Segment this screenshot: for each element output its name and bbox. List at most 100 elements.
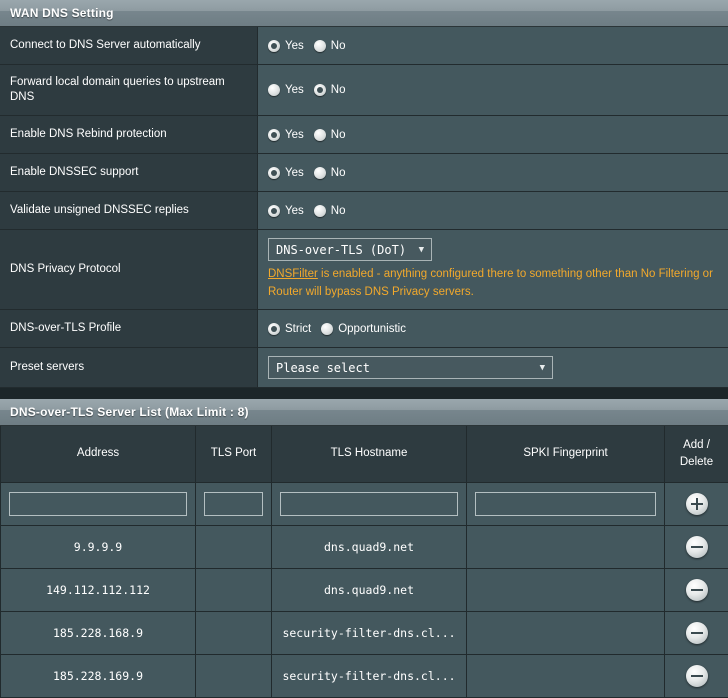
cell-spki-fingerprint	[467, 611, 665, 654]
cell-address: 185.228.168.9	[1, 611, 196, 654]
wan-dns-panel: WAN DNS Setting Connect to DNS Server au…	[0, 0, 728, 388]
validate-unsigned-dnssec-replies-label: Validate unsigned DNSSEC replies	[0, 192, 258, 229]
connect-to-dns-server-automatically-option-label: No	[331, 40, 346, 52]
connect-to-dns-server-automatically-option-yes[interactable]: Yes	[268, 40, 304, 52]
minus-circle-icon[interactable]	[686, 622, 708, 644]
column-header-tls-hostname: TLS Hostname	[272, 426, 467, 482]
cell-address: 185.228.169.9	[1, 654, 196, 697]
dns-over-tls-profile-option-label: Strict	[285, 323, 311, 335]
validate-unsigned-dnssec-replies-option-no[interactable]: No	[314, 205, 346, 217]
row-connect-to-dns-server-automatically: Connect to DNS Server automatically Yes No	[0, 27, 728, 65]
radio-button-selected[interactable]	[268, 167, 280, 179]
add-delete-header-line1: Add /	[683, 439, 710, 451]
radio-button[interactable]	[314, 167, 326, 179]
table-row: 185.228.168.9 security-filter-dns.cl...	[1, 611, 728, 654]
table-header-row: Address TLS Port TLS Hostname SPKI Finge…	[1, 426, 728, 482]
cell-tls-hostname: security-filter-dns.cl...	[272, 654, 467, 697]
cell-tls-port	[196, 568, 272, 611]
radio-button[interactable]	[314, 40, 326, 52]
connect-to-dns-server-automatically-label: Connect to DNS Server automatically	[0, 27, 258, 64]
radio-button-selected[interactable]	[268, 323, 280, 335]
cell-tls-hostname: security-filter-dns.cl...	[272, 611, 467, 654]
chevron-down-icon: ▼	[419, 245, 424, 255]
dns-over-tls-profile-radio-group: Strict Opportunistic	[268, 323, 412, 335]
column-header-spki-fingerprint: SPKI Fingerprint	[467, 426, 665, 482]
cell-action	[665, 611, 728, 654]
row-enable-dnssec-support: Enable DNSSEC support Yes No	[0, 154, 728, 192]
preset-servers-selected-value: Please select	[276, 361, 370, 375]
chevron-down-icon: ▼	[540, 363, 545, 373]
row-validate-unsigned-dnssec-replies: Validate unsigned DNSSEC replies Yes No	[0, 192, 728, 230]
minus-circle-icon[interactable]	[686, 579, 708, 601]
plus-circle-icon[interactable]	[686, 493, 708, 515]
radio-button[interactable]	[314, 129, 326, 141]
cell-spki-fingerprint	[467, 525, 665, 568]
enable-dnssec-support-option-no[interactable]: No	[314, 167, 346, 179]
connect-to-dns-server-automatically-option-no[interactable]: No	[314, 40, 346, 52]
enable-dnssec-support-option-label: Yes	[285, 167, 304, 179]
enable-dnssec-support-label: Enable DNSSEC support	[0, 154, 258, 191]
preset-servers-value: Please select ▼	[258, 348, 728, 387]
cell-action	[665, 525, 728, 568]
radio-button-selected[interactable]	[268, 40, 280, 52]
radio-button[interactable]	[321, 323, 333, 335]
dns-privacy-protocol-select[interactable]: DNS-over-TLS (DoT) ▼	[268, 238, 432, 261]
validate-unsigned-dnssec-replies-option-yes[interactable]: Yes	[268, 205, 304, 217]
cell-tls-hostname: dns.quad9.net	[272, 568, 467, 611]
dnsfilter-link[interactable]: DNSFilter	[268, 268, 318, 280]
connect-to-dns-server-automatically-option-label: Yes	[285, 40, 304, 52]
cell-address: 9.9.9.9	[1, 525, 196, 568]
validate-unsigned-dnssec-replies-value: Yes No	[258, 192, 728, 229]
tls-hostname-input[interactable]	[280, 492, 458, 516]
enable-dnssec-support-option-yes[interactable]: Yes	[268, 167, 304, 179]
dns-privacy-protocol-selected-value: DNS-over-TLS (DoT)	[276, 243, 406, 257]
cell-tls-port-input	[196, 482, 272, 525]
row-dns-over-tls-profile: DNS-over-TLS Profile StrictOpportunistic	[0, 310, 728, 348]
forward-local-domain-queries-to-upstream-dns-option-yes[interactable]: Yes	[268, 84, 304, 96]
forward-local-domain-queries-to-upstream-dns-option-no[interactable]: No	[314, 84, 346, 96]
column-header-tls-port: TLS Port	[196, 426, 272, 482]
row-forward-local-domain-queries-to-upstream-dns: Forward local domain queries to upstream…	[0, 65, 728, 116]
dns-over-tls-profile-option-strict[interactable]: Strict	[268, 323, 311, 335]
validate-unsigned-dnssec-replies-option-label: No	[331, 205, 346, 217]
enable-dns-rebind-protection-option-label: Yes	[285, 129, 304, 141]
address-input[interactable]	[9, 492, 187, 516]
forward-local-domain-queries-to-upstream-dns-value: Yes No	[258, 65, 728, 115]
forward-local-domain-queries-to-upstream-dns-option-label: No	[331, 84, 346, 96]
enable-dnssec-support-option-label: No	[331, 167, 346, 179]
enable-dns-rebind-protection-option-label: No	[331, 129, 346, 141]
enable-dns-rebind-protection-option-no[interactable]: No	[314, 129, 346, 141]
column-header-add-delete: Add / Delete	[665, 426, 728, 482]
radio-button[interactable]	[314, 205, 326, 217]
wan-dns-settings-page: WAN DNS Setting Connect to DNS Server au…	[0, 0, 728, 665]
cell-address-input	[1, 482, 196, 525]
dns-over-tls-profile-option-opportunistic[interactable]: Opportunistic	[321, 323, 406, 335]
server-list-panel-title: DNS-over-TLS Server List (Max Limit : 8)	[0, 399, 728, 426]
enable-dns-rebind-protection-value: Yes No	[258, 116, 728, 153]
radio-button-selected[interactable]	[268, 205, 280, 217]
dnsfilter-warning-text: is enabled - anything configured there t…	[268, 268, 713, 298]
dns-over-tls-profile-option-label: Opportunistic	[338, 323, 406, 335]
minus-circle-icon[interactable]	[686, 665, 708, 687]
connect-to-dns-server-automatically-radio-group: Yes No	[268, 40, 351, 52]
radio-button-selected[interactable]	[314, 84, 326, 96]
minus-circle-icon[interactable]	[686, 536, 708, 558]
server-list-panel: DNS-over-TLS Server List (Max Limit : 8)…	[0, 399, 728, 698]
cell-tls-port	[196, 611, 272, 654]
cell-address: 149.112.112.112	[1, 568, 196, 611]
spki-fingerprint-input[interactable]	[475, 492, 656, 516]
dns-over-tls-profile-value: Strict Opportunistic	[258, 310, 728, 347]
wan-dns-panel-title: WAN DNS Setting	[0, 0, 728, 27]
cell-tls-port	[196, 654, 272, 697]
enable-dns-rebind-protection-option-yes[interactable]: Yes	[268, 129, 304, 141]
cell-tls-port	[196, 525, 272, 568]
dns-privacy-protocol-label: DNS Privacy Protocol	[0, 230, 258, 309]
cell-action	[665, 568, 728, 611]
cell-spki-fingerprint	[467, 568, 665, 611]
preset-servers-select[interactable]: Please select ▼	[268, 356, 553, 379]
cell-action	[665, 654, 728, 697]
enable-dnssec-support-value: Yes No	[258, 154, 728, 191]
radio-button[interactable]	[268, 84, 280, 96]
tls-port-input[interactable]	[204, 492, 263, 516]
radio-button-selected[interactable]	[268, 129, 280, 141]
